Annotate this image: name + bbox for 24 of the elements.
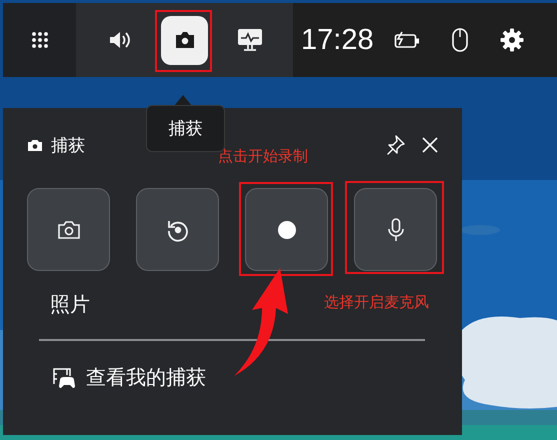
settings-icon[interactable] xyxy=(500,28,524,52)
capture-action-button[interactable] xyxy=(245,188,328,271)
panel-title: 捕获 xyxy=(51,134,85,156)
toolbar-button[interactable] xyxy=(161,16,208,64)
gallery-link[interactable]: 查看我的捕获 xyxy=(52,364,206,391)
highlight-box xyxy=(155,10,212,72)
gallery-icon xyxy=(52,366,76,390)
tooltip: 捕获 xyxy=(146,105,225,152)
speaker-icon xyxy=(108,31,130,49)
battery-icon[interactable] xyxy=(394,31,420,49)
mouse-icon[interactable] xyxy=(452,28,468,52)
annotation-text: 选择开启麦克风 xyxy=(324,293,429,312)
monitor-icon xyxy=(236,28,262,52)
camera-icon xyxy=(27,138,43,152)
record-icon xyxy=(276,220,296,240)
close-button[interactable] xyxy=(422,137,438,153)
capture-action-button[interactable] xyxy=(136,188,219,271)
close-icon xyxy=(422,137,438,153)
clock-time: 17:28 xyxy=(301,24,374,56)
camera-icon xyxy=(56,220,80,240)
action-label: 照片 xyxy=(50,291,90,318)
widgets-menu-icon[interactable] xyxy=(32,32,48,48)
microphone-icon xyxy=(386,218,404,242)
camera-icon xyxy=(174,31,196,49)
